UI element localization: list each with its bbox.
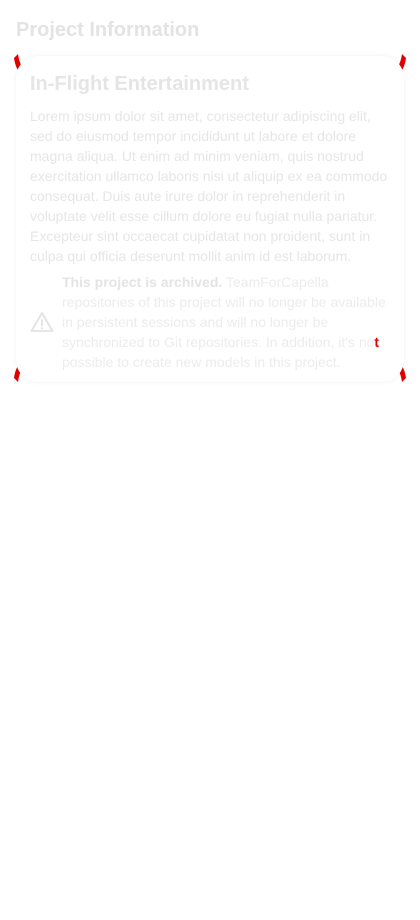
page-title: Project Information xyxy=(16,19,200,41)
project-description: Lorem ipsum dolor sit amet, consectetur … xyxy=(30,108,388,264)
archive-notice-title: This project is archived. xyxy=(62,274,223,290)
project-information-page: Project Information In-Flight Entertainm… xyxy=(0,0,420,920)
archive-notice-highlight: t xyxy=(374,334,380,350)
project-name: In-Flight Entertainment xyxy=(30,73,249,95)
project-card: In-Flight Entertainment Lorem ipsum dolo… xyxy=(16,56,404,382)
archive-notice: This project is archived. TeamForCapella… xyxy=(30,272,394,372)
archive-notice-message-end: possible to create new models in this pr… xyxy=(62,354,341,370)
warning-icon xyxy=(30,312,54,332)
project-card-container: In-Flight Entertainment Lorem ipsum dolo… xyxy=(14,50,406,386)
archive-notice-text: This project is archived. TeamForCapella… xyxy=(62,272,394,372)
